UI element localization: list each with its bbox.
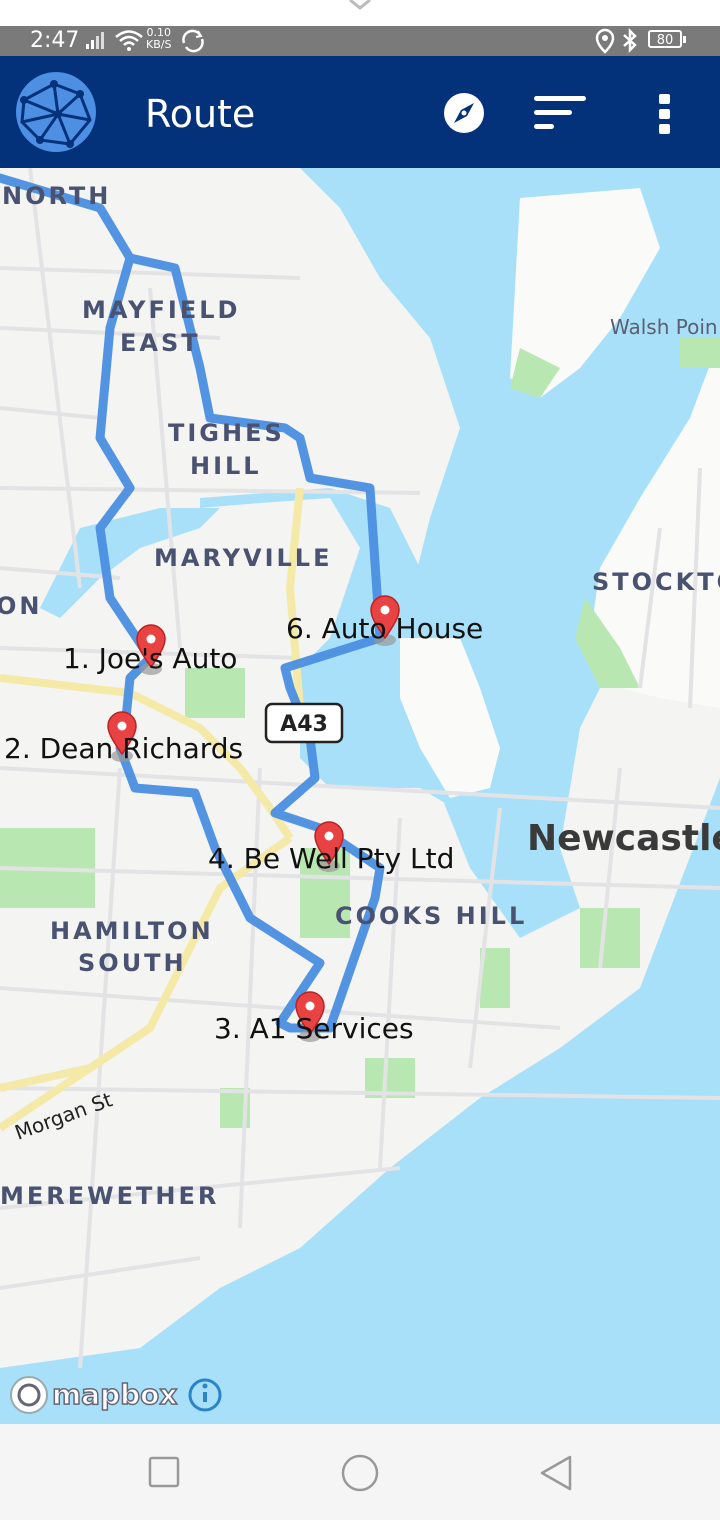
stop-label-4: 4. Be Well Pty Ltd bbox=[208, 842, 454, 875]
area-label-hamilton-south-1: HAMILTON bbox=[50, 917, 214, 945]
city-label-newcastle: Newcastle bbox=[527, 818, 720, 859]
battery-tip bbox=[683, 36, 686, 43]
area-label-edge-on: ON bbox=[0, 592, 43, 620]
area-label-merewether: MEREWETHER bbox=[0, 1182, 219, 1210]
stop-label-6: 6. Auto House bbox=[286, 612, 483, 645]
sort-icon[interactable] bbox=[532, 94, 588, 132]
network-speed: 0.10 KB/S bbox=[146, 27, 171, 51]
area-label-mayfield-north: NORTH bbox=[2, 182, 111, 210]
chevron-down-icon bbox=[349, 0, 371, 10]
page-title: Route bbox=[145, 92, 256, 136]
top-strip bbox=[0, 0, 720, 26]
area-label-mayfield-east-1: MAYFIELD bbox=[82, 296, 240, 324]
map-view[interactable]: NORTH MAYFIELD EAST TIGHES HILL MARYVILL… bbox=[0, 168, 720, 1424]
signal-icon bbox=[86, 32, 104, 49]
mapbox-logo-text: mapbox bbox=[52, 1378, 177, 1411]
bluetooth-icon bbox=[623, 28, 637, 54]
road-shield: A43 bbox=[264, 702, 344, 744]
area-label-tighes-hill-1: TIGHES bbox=[168, 419, 285, 447]
globe-logo-icon[interactable] bbox=[14, 70, 98, 154]
recents-square-icon[interactable] bbox=[148, 1456, 180, 1488]
area-label-tighes-hill-2: HILL bbox=[190, 452, 262, 480]
area-label-maryville: MARYVILLE bbox=[154, 544, 333, 572]
area-label-stockton: STOCKTO bbox=[592, 568, 720, 596]
data-sync-icon bbox=[182, 29, 204, 53]
status-bar: 2:47 0.10 KB/S 80 bbox=[0, 26, 720, 56]
status-time: 2:47 bbox=[30, 28, 80, 53]
back-triangle-icon[interactable] bbox=[538, 1454, 574, 1492]
stop-label-3: 3. A1 Services bbox=[214, 1012, 414, 1045]
area-label-hamilton-south-2: SOUTH bbox=[78, 949, 187, 977]
wifi-icon bbox=[115, 30, 143, 51]
compass-icon[interactable] bbox=[443, 92, 485, 134]
location-icon bbox=[595, 28, 615, 54]
home-circle-icon[interactable] bbox=[341, 1454, 379, 1492]
place-label-walsh-point: Walsh Poin bbox=[610, 315, 718, 339]
stop-label-1: 1. Joe's Auto bbox=[63, 642, 237, 675]
system-nav-bar bbox=[0, 1424, 720, 1520]
area-label-mayfield-east-2: EAST bbox=[120, 329, 201, 357]
app-bar: Route bbox=[0, 56, 720, 168]
map-canvas[interactable]: NORTH MAYFIELD EAST TIGHES HILL MARYVILL… bbox=[0, 168, 720, 1424]
street-label-morgan-st: Morgan St bbox=[12, 1087, 116, 1144]
area-label-cooks-hill: COOKS HILL bbox=[335, 902, 527, 930]
more-vert-icon[interactable] bbox=[656, 92, 674, 136]
stop-label-2: 2. Dean Richards bbox=[4, 732, 243, 765]
battery-indicator: 80 bbox=[648, 30, 682, 48]
network-speed-unit: KB/S bbox=[146, 38, 172, 51]
road-shield-label: A43 bbox=[280, 712, 328, 737]
